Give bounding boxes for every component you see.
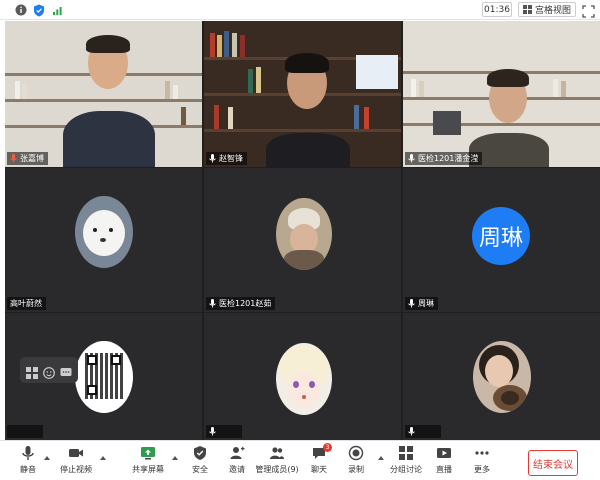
avatar — [75, 341, 133, 413]
chat-bubble-icon[interactable] — [60, 364, 72, 376]
participant-label: 张嘉博 — [7, 152, 48, 165]
meeting-toolbar: 静音 停止视频 共享屏幕 安全 邀请 管理成员(9) 3 聊天 录制 分组讨论 … — [0, 440, 600, 480]
participant-name: 赵智锋 — [219, 154, 243, 163]
chat-button[interactable]: 3 聊天 — [299, 443, 339, 479]
participant-name: 周琳 — [418, 299, 434, 308]
breakout-label: 分组讨论 — [390, 465, 422, 474]
stop-video-label: 停止视频 — [60, 465, 92, 474]
security-label: 安全 — [192, 465, 208, 474]
invite-user-icon — [230, 446, 245, 459]
avatar — [473, 341, 531, 413]
participant-name: 医检1201赵茹 — [219, 299, 272, 308]
avatar-tile[interactable]: 医检1201赵茹 — [204, 168, 401, 312]
participant-label: 赵智锋 — [206, 152, 247, 165]
mic-icon — [209, 427, 216, 436]
participant-name: 医检1201潘金滢 — [418, 154, 479, 163]
video-feed — [5, 21, 202, 167]
info-icon[interactable] — [14, 3, 28, 17]
mute-button[interactable]: 静音 — [8, 445, 48, 479]
share-screen-icon — [141, 447, 155, 460]
share-screen-label: 共享屏幕 — [132, 465, 164, 474]
chat-label: 聊天 — [311, 465, 327, 474]
participant-name: 高叶蔚然 — [10, 299, 42, 308]
fullscreen-icon[interactable] — [582, 3, 595, 18]
invite-label: 邀请 — [229, 465, 245, 474]
breakout-rooms-icon — [399, 446, 413, 460]
mute-label: 静音 — [20, 465, 36, 474]
mic-icon — [408, 154, 415, 163]
mic-icon — [408, 427, 415, 436]
more-button[interactable]: 更多 — [462, 445, 502, 479]
avatar-tile[interactable]: 高叶蔚然 — [5, 168, 202, 312]
mic-icon — [209, 154, 216, 163]
security-shield-icon — [194, 446, 206, 460]
camera-icon — [69, 449, 83, 457]
video-tile[interactable]: 张嘉博 — [5, 21, 202, 167]
video-options-caret-icon[interactable] — [100, 455, 106, 461]
video-tile[interactable]: 医检1201潘金滢 — [403, 21, 600, 167]
view-mode-button[interactable]: 宫格视图 — [518, 2, 577, 17]
manage-members-button[interactable]: 管理成员(9) — [255, 445, 299, 479]
avatar-tile[interactable] — [403, 313, 600, 440]
participant-label — [7, 425, 43, 438]
record-options-caret-icon[interactable] — [378, 455, 384, 461]
emoji-icon[interactable] — [43, 364, 55, 379]
share-options-caret-icon[interactable] — [172, 455, 178, 461]
live-button[interactable]: 直播 — [424, 445, 464, 479]
avatar — [75, 196, 133, 268]
meeting-timer: 01:36 — [482, 2, 512, 17]
grid-icon[interactable] — [25, 364, 38, 379]
microphone-icon — [22, 446, 34, 460]
video-tile[interactable]: 赵智锋 — [204, 21, 401, 167]
live-label: 直播 — [436, 465, 452, 474]
video-grid: 张嘉博 赵智锋 医检1201潘金滢 高叶蔚然 医检1201赵茹 周琳 周琳 — [5, 21, 600, 440]
shield-icon[interactable] — [32, 3, 46, 17]
top-bar: 01:36 宫格视图 — [0, 0, 600, 20]
avatar-initials: 周琳 — [472, 207, 530, 265]
mic-icon — [408, 299, 415, 308]
meeting-window: 01:36 宫格视图 张嘉博 赵智锋 医检1201潘金滢 高叶蔚然 医检1201… — [0, 0, 600, 480]
live-stream-icon — [437, 448, 451, 458]
share-screen-button[interactable]: 共享屏幕 — [128, 445, 168, 479]
more-icon — [475, 451, 489, 455]
grid-view-icon — [523, 5, 532, 14]
record-label: 录制 — [348, 465, 364, 474]
participant-label: 高叶蔚然 — [7, 297, 46, 310]
chat-unread-badge: 3 — [323, 443, 332, 452]
stop-video-button[interactable]: 停止视频 — [56, 445, 96, 479]
signal-icon[interactable] — [51, 3, 65, 17]
participant-label: 医检1201赵茹 — [206, 297, 276, 310]
members-icon — [270, 447, 284, 459]
participant-label: 周琳 — [405, 297, 438, 310]
participant-name: 张嘉博 — [20, 154, 44, 163]
avatar — [276, 343, 332, 415]
mute-options-caret-icon[interactable] — [44, 455, 50, 461]
record-icon — [348, 445, 364, 461]
end-meeting-button[interactable]: 结束会议 — [528, 450, 578, 476]
participant-label — [206, 425, 242, 438]
manage-members-label: 管理成员(9) — [255, 465, 299, 474]
avatar — [276, 198, 332, 270]
participant-label — [405, 425, 441, 438]
avatar-tile[interactable]: 周琳 周琳 — [403, 168, 600, 312]
record-button[interactable]: 录制 — [336, 445, 376, 479]
participant-label: 医检1201潘金滢 — [405, 152, 483, 165]
mic-icon — [209, 299, 216, 308]
more-label: 更多 — [474, 465, 490, 474]
video-feed — [403, 21, 600, 167]
invite-button[interactable]: 邀请 — [217, 445, 257, 479]
breakout-button[interactable]: 分组讨论 — [386, 445, 426, 479]
security-button[interactable]: 安全 — [180, 445, 220, 479]
floating-toolbar — [20, 357, 78, 383]
mic-muted-icon — [10, 154, 17, 163]
avatar-tile[interactable] — [204, 313, 401, 440]
video-feed — [204, 21, 401, 167]
view-mode-label: 宫格视图 — [535, 6, 572, 16]
